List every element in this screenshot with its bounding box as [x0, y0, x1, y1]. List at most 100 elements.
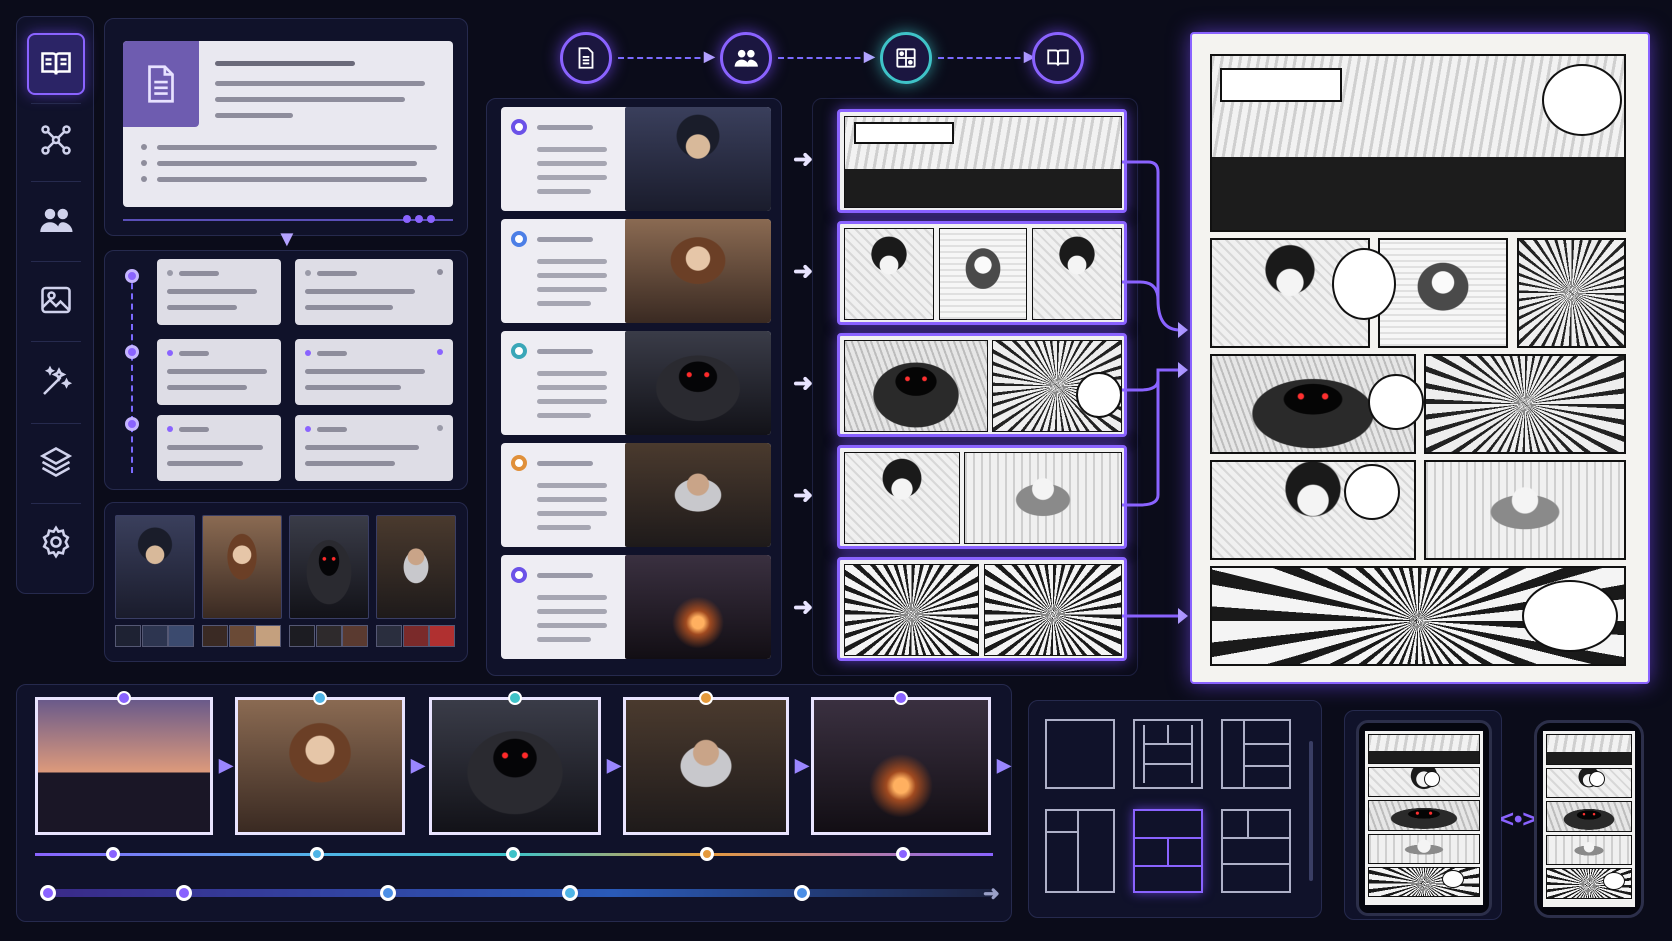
- sidebar-item-story[interactable]: [27, 33, 85, 95]
- outline-card[interactable]: [295, 415, 453, 481]
- character-portrait-hooded-figure[interactable]: [289, 515, 369, 619]
- panel-row[interactable]: [837, 557, 1127, 661]
- scene-status-dot: [511, 567, 527, 583]
- scene-text-line: [537, 125, 593, 130]
- scene-card[interactable]: [501, 219, 771, 323]
- image-icon: [41, 286, 71, 314]
- sidebar-item-settings[interactable]: [27, 511, 85, 573]
- sidebar: [16, 16, 94, 594]
- timeline-marker[interactable]: [896, 847, 910, 861]
- document-icon: [578, 47, 594, 69]
- storyboard-frame[interactable]: [429, 697, 601, 835]
- progress-marker[interactable]: [380, 885, 396, 901]
- progress-marker[interactable]: [40, 885, 56, 901]
- sidebar-divider: [31, 423, 81, 424]
- scene-text-line: [537, 461, 593, 466]
- progress-marker[interactable]: [794, 885, 810, 901]
- arrow-right-icon: ➜: [793, 482, 814, 509]
- arrow-right-icon: ▶: [411, 755, 425, 775]
- script-document[interactable]: [123, 41, 453, 207]
- pipeline-step-script[interactable]: [560, 32, 612, 84]
- panel-row[interactable]: [837, 221, 1127, 325]
- layout-template-rows[interactable]: [1221, 809, 1291, 893]
- book-icon: [41, 52, 71, 75]
- color-swatch[interactable]: [202, 625, 228, 647]
- layout-template-selected[interactable]: [1133, 809, 1203, 893]
- storyboard-frame[interactable]: [811, 697, 991, 835]
- scene-card[interactable]: [501, 555, 771, 659]
- color-swatch[interactable]: [141, 625, 168, 647]
- scene-text-line: [537, 161, 607, 166]
- character-portrait-hero[interactable]: [115, 515, 195, 619]
- manga-page-preview[interactable]: [1190, 32, 1650, 684]
- layout-template-grid[interactable]: [1133, 719, 1203, 789]
- character-portrait-heroine[interactable]: [202, 515, 282, 619]
- layout-template-split[interactable]: [1221, 719, 1291, 789]
- outline-node[interactable]: [125, 417, 139, 431]
- outline-card[interactable]: [295, 259, 453, 325]
- outline-node[interactable]: [125, 345, 139, 359]
- speech-balloon: [1332, 248, 1396, 320]
- timeline-marker[interactable]: [106, 847, 120, 861]
- network-icon: [41, 125, 71, 155]
- storyboard-frame[interactable]: [35, 697, 213, 835]
- outline-card[interactable]: [157, 415, 281, 481]
- tablet-preview[interactable]: [1356, 720, 1492, 916]
- color-swatch[interactable]: [255, 625, 282, 647]
- scrollbar[interactable]: [1309, 741, 1313, 881]
- scene-text-line: [537, 175, 607, 180]
- storyboard-frame[interactable]: [235, 697, 405, 835]
- row-to-page-connectors: [1122, 160, 1188, 624]
- arrow-right-icon: ➜: [793, 370, 814, 397]
- color-swatch[interactable]: [289, 625, 315, 647]
- scene-card[interactable]: [501, 331, 771, 435]
- sidebar-item-structure[interactable]: [27, 109, 85, 171]
- color-swatch[interactable]: [429, 625, 456, 647]
- pipeline-step-layout[interactable]: [880, 32, 932, 84]
- resize-arrows-icon[interactable]: <•>: [1500, 806, 1536, 834]
- manga-panel: [844, 564, 980, 656]
- sidebar-item-layers[interactable]: [27, 431, 85, 493]
- timeline-marker[interactable]: [506, 847, 520, 861]
- color-swatch[interactable]: [228, 625, 255, 647]
- arrow-right-icon: ➜: [983, 883, 1000, 905]
- color-swatch[interactable]: [402, 625, 429, 647]
- panel-row[interactable]: [837, 333, 1127, 437]
- sidebar-item-images[interactable]: [27, 269, 85, 331]
- character-portrait-elder-mage[interactable]: [376, 515, 456, 619]
- scene-card[interactable]: [501, 443, 771, 547]
- scene-card[interactable]: [501, 107, 771, 211]
- sidebar-item-characters[interactable]: [27, 189, 85, 251]
- layout-template-single[interactable]: [1045, 719, 1115, 789]
- pipeline-step-characters[interactable]: [720, 32, 772, 84]
- progress-marker[interactable]: [176, 885, 192, 901]
- sidebar-divider: [31, 181, 81, 182]
- manga-panel: [1031, 228, 1122, 320]
- scene-text-line: [537, 385, 607, 390]
- color-swatch[interactable]: [342, 625, 369, 647]
- panel-row[interactable]: [837, 445, 1127, 549]
- sidebar-item-generate[interactable]: [27, 351, 85, 413]
- progress-marker[interactable]: [562, 885, 578, 901]
- phone-preview[interactable]: [1534, 720, 1644, 918]
- outline-card[interactable]: [157, 259, 281, 325]
- speech-balloon: [1542, 64, 1622, 136]
- storyboard-frame[interactable]: [623, 697, 789, 835]
- outline-card[interactable]: [295, 339, 453, 405]
- page-panel: [1424, 460, 1626, 560]
- color-swatch[interactable]: [376, 625, 402, 647]
- arrow-right-icon: ▶: [864, 48, 875, 64]
- timeline-marker[interactable]: [700, 847, 714, 861]
- layout-template-columns[interactable]: [1045, 809, 1115, 893]
- color-swatch[interactable]: [315, 625, 342, 647]
- pipeline-step-book[interactable]: [1032, 32, 1084, 84]
- frame-marker: [313, 691, 327, 705]
- color-swatch[interactable]: [168, 625, 195, 647]
- outline-card[interactable]: [157, 339, 281, 405]
- outline-node[interactable]: [125, 269, 139, 283]
- timeline-marker[interactable]: [310, 847, 324, 861]
- panel-row[interactable]: [837, 109, 1127, 213]
- burst-balloon: [1522, 580, 1618, 652]
- scene-thumbnail: [625, 443, 771, 547]
- color-swatch[interactable]: [115, 625, 141, 647]
